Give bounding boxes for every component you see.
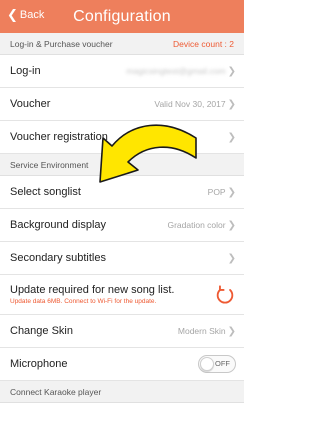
row-label: Microphone [10, 358, 68, 370]
row-label: Voucher [10, 98, 51, 110]
row-label: Background display [10, 219, 107, 231]
row-microphone: Microphone OFF [0, 348, 244, 381]
chevron-right-icon: ❯ [227, 131, 236, 143]
back-button[interactable]: ❮ Back [7, 8, 44, 21]
update-subtext: Update data 6MB. Connect to Wi-Fi for th… [10, 298, 157, 305]
row-label: Change Skin [10, 325, 73, 337]
section-service-environment: Service Environment [0, 154, 244, 176]
chevron-right-icon: ❯ [227, 65, 236, 77]
row-background-display[interactable]: Background display Gradation color ❯ [0, 209, 244, 242]
section-login-purchase: Log-in & Purchase voucher Device count :… [0, 33, 244, 55]
toggle-state: OFF [215, 359, 230, 368]
device-count: Device count : 2 [173, 38, 234, 49]
row-select-songlist[interactable]: Select songlist POP ❯ [0, 176, 244, 209]
chevron-right-icon: ❯ [227, 186, 236, 198]
songlist-value: POP [207, 187, 226, 197]
top-bar: ❮ Back Configuration [0, 0, 244, 33]
background-value: Gradation color [167, 220, 226, 230]
chevron-right-icon: ❯ [227, 98, 236, 110]
back-label: Back [19, 8, 45, 21]
row-secondary-subtitles[interactable]: Secondary subtitles ❯ [0, 242, 244, 275]
skin-value: Modern Skin [177, 326, 226, 336]
row-voucher[interactable]: Voucher Valid Nov 30, 2017 ❯ [0, 88, 244, 121]
section-label: Service Environment [10, 159, 89, 170]
section-label: Connect Karaoke player [10, 386, 102, 397]
row-label: Select songlist [10, 186, 81, 198]
row-voucher-registration[interactable]: Voucher registration ❯ [0, 121, 244, 154]
chevron-right-icon: ❯ [227, 252, 236, 264]
row-label: Log-in [10, 65, 41, 77]
chevron-right-icon: ❯ [227, 219, 236, 231]
row-label: Update required for new song list. [10, 284, 175, 296]
row-change-skin[interactable]: Change Skin Modern Skin ❯ [0, 315, 244, 348]
chevron-right-icon: ❯ [227, 325, 236, 337]
row-label: Voucher registration [10, 131, 108, 143]
row-update-songlist[interactable]: Update required for new song list. Updat… [0, 275, 244, 315]
row-label: Secondary subtitles [10, 252, 106, 264]
update-text: Update required for new song list. Updat… [10, 284, 174, 305]
chevron-left-icon: ❮ [7, 7, 18, 22]
section-label: Log-in & Purchase voucher [10, 38, 113, 49]
refresh-icon[interactable] [214, 284, 236, 306]
section-connect-karaoke: Connect Karaoke player [0, 381, 244, 403]
toggle-knob [200, 357, 214, 371]
row-login[interactable]: Log-in magicsingtest@gmail.com ❯ [0, 55, 244, 88]
login-email: magicsingtest@gmail.com [126, 66, 226, 76]
microphone-toggle[interactable]: OFF [198, 355, 236, 373]
voucher-value: Valid Nov 30, 2017 [154, 99, 226, 109]
